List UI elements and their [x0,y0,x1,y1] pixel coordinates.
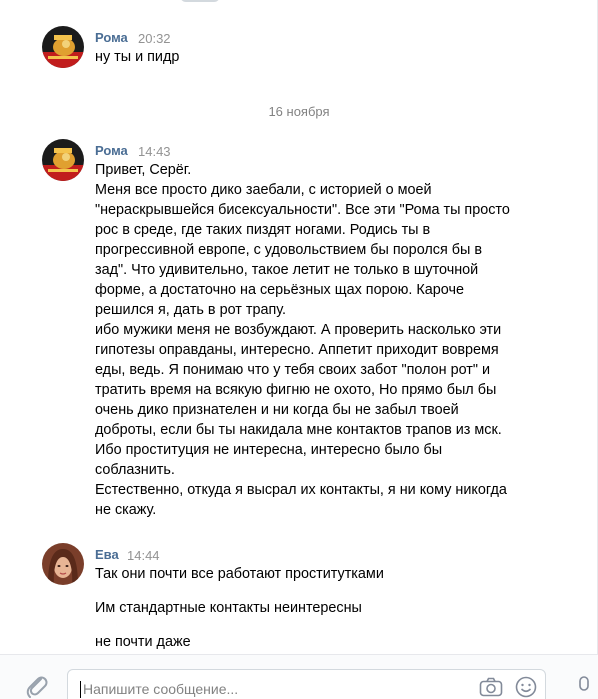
message-input[interactable]: Напишите сообщение... [67,669,546,699]
message-text-line: "нераскрывшейся бисексуальности". Все эт… [95,202,510,218]
camera-icon[interactable] [479,677,503,699]
paperclip-icon[interactable] [24,673,48,699]
message-composer: Напишите сообщение... [0,654,598,699]
smile-icon[interactable] [515,676,537,699]
message-author[interactable]: Рома [95,30,128,45]
message-text-line: форме, а достаточно на серьёзных щах пор… [95,282,464,298]
message-author[interactable]: Рома [95,143,128,158]
message-text-line: Привет, Серёг. [95,162,192,178]
message-time[interactable]: 20:32 [138,31,171,46]
message-text-line: доброты, если бы ты накидала мне контакт… [95,422,502,438]
message-text-line: прогрессивной европе, с удовольствием бы… [95,242,482,258]
microphone-icon[interactable] [575,675,593,699]
message-time[interactable]: 14:44 [127,548,160,563]
date-separator: 16 ноября [268,104,330,119]
avatar-roma[interactable] [42,26,84,68]
message-input-placeholder: Напишите сообщение... [83,681,239,697]
message-text: не почти даже [95,634,191,650]
message-text-line: еды, ведь. Я понимаю что у тебя своих за… [95,362,491,378]
avatar-eva[interactable] [42,543,84,585]
avatar-roma[interactable] [42,139,84,181]
message-text-line: решился я, дать в рот трапу. [95,302,286,318]
message-text-line: зад". Что удивительно, такое летит не то… [95,262,479,278]
message-text-line: гипотезы оправданы, интересно. Аппетит п… [95,342,499,358]
message-text: Так они почти все работают проститутками [95,566,384,582]
message-text: ну ты и пидр [95,49,180,65]
message-text-line: Естественно, откуда я высрал их контакты… [95,482,507,498]
message-text-line: тратить время на всякую фигню не охото, … [95,382,497,398]
message-time[interactable]: 14:43 [138,144,171,159]
message-text-line: ибо мужики меня не возбуждают. А провери… [95,322,502,338]
message-text-line: очень дико признателен и ни когда бы не … [95,402,459,418]
message-text-line: Ибо проституция не интересна, интересно … [95,442,443,458]
text-caret [80,681,81,698]
message-author[interactable]: Ева [95,547,119,562]
message-text: Им стандартные контакты неинтересны [95,600,362,616]
message-text-line: соблазнить. [95,462,175,478]
previous-message-fragment [180,0,220,2]
chat-window: Рома 20:32 ну ты и пидр 16 ноября Рома 1… [0,0,598,699]
message-text-line: рос в среде, где таких пиздят ногами. Ро… [95,222,431,238]
message-text-line: не скажу. [95,502,157,518]
message-text-line: Меня все просто дико заебали, с историей… [95,182,432,198]
